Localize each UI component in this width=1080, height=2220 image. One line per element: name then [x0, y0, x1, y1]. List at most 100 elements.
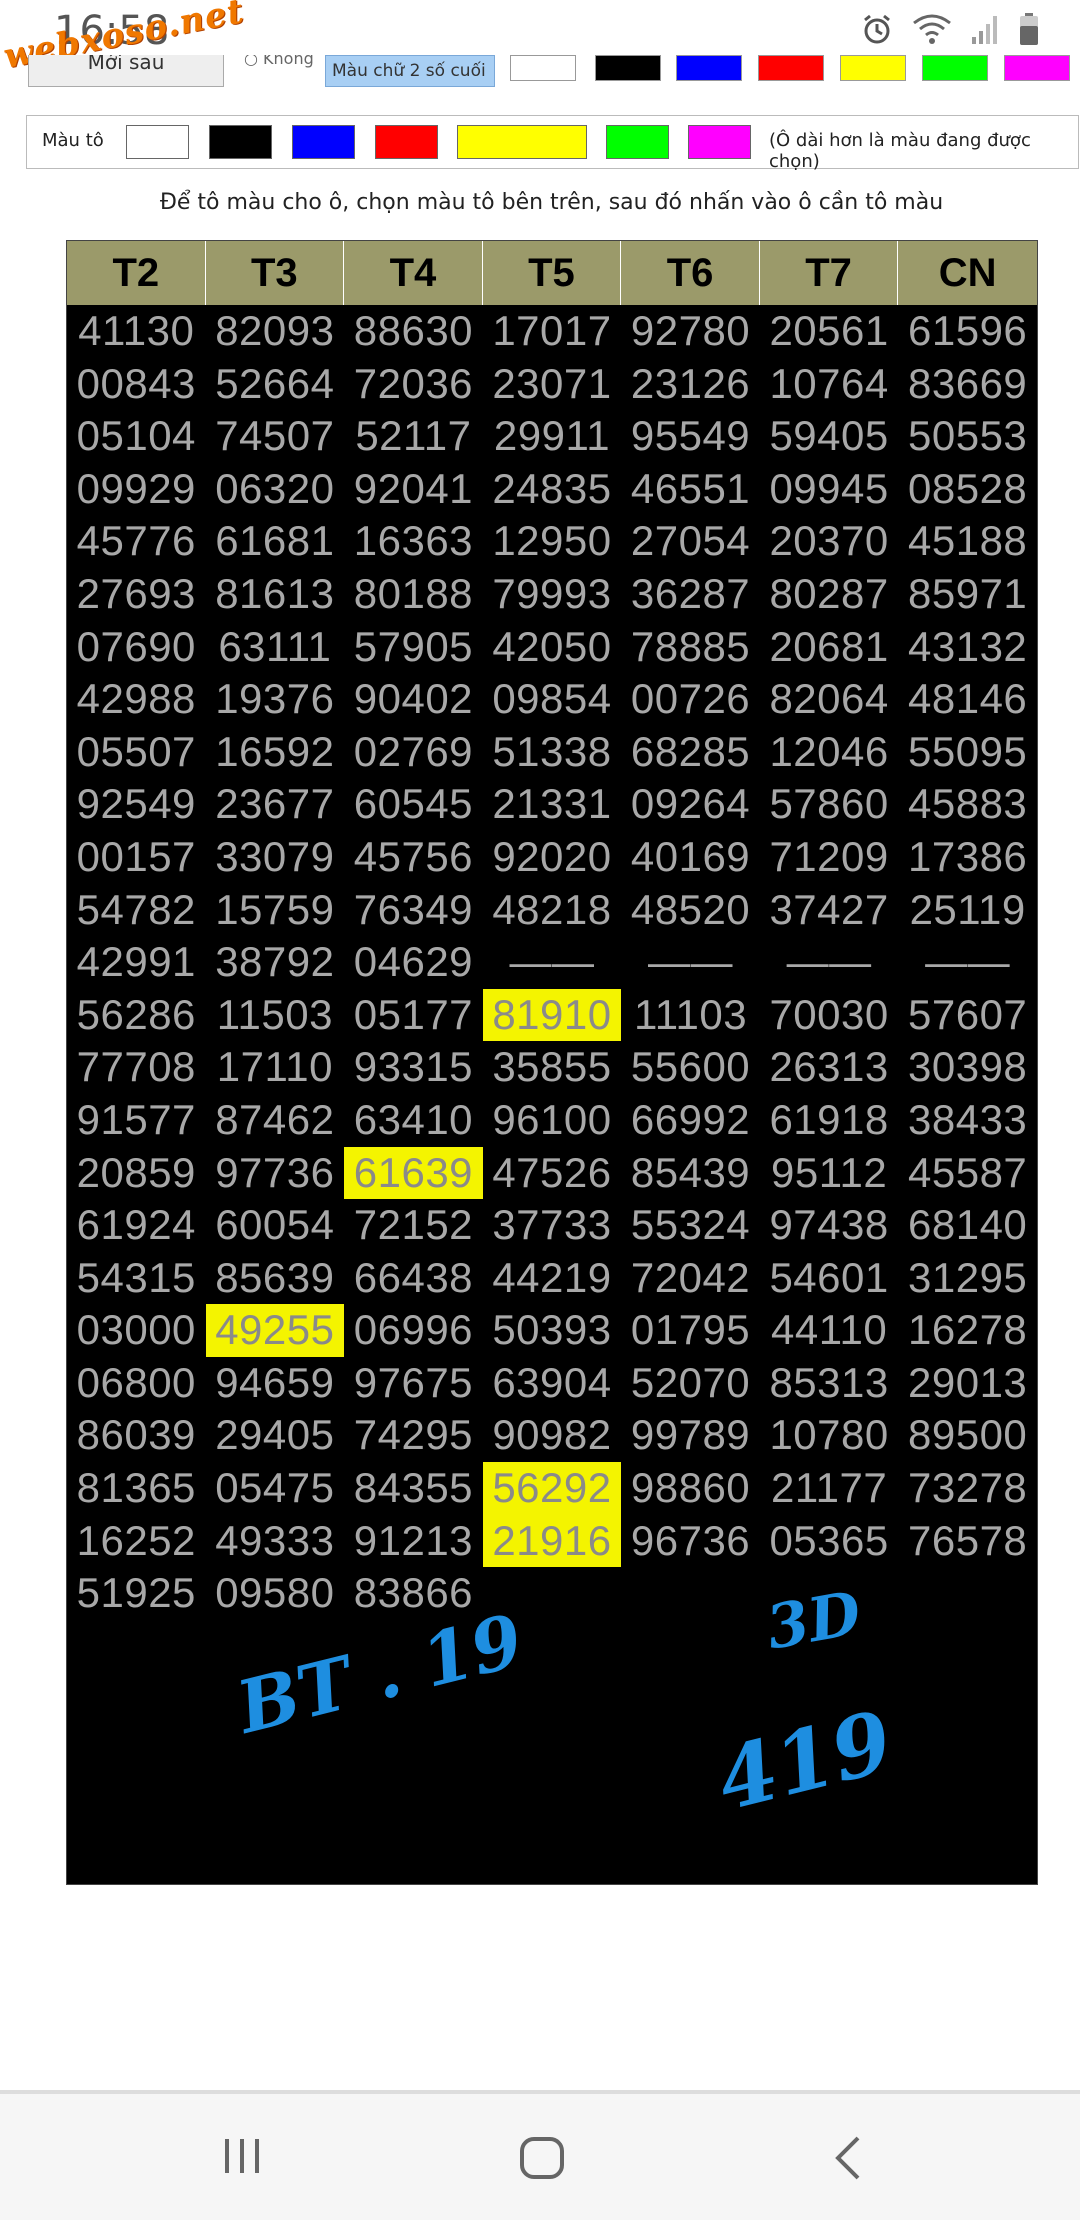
table-cell[interactable]: 97438	[760, 1199, 899, 1252]
fill-swatch-white[interactable]	[126, 125, 189, 159]
table-cell[interactable]: 66992	[621, 1094, 760, 1147]
table-cell[interactable]: 48218	[483, 884, 622, 937]
table-cell[interactable]: 89500	[898, 1409, 1037, 1462]
table-cell[interactable]: 45776	[67, 515, 206, 568]
table-cell[interactable]	[621, 1567, 760, 1620]
table-cell[interactable]: 92020	[483, 831, 622, 884]
table-cell[interactable]: 76349	[344, 884, 483, 937]
table-cell[interactable]: 86039	[67, 1409, 206, 1462]
table-cell[interactable]: 31295	[898, 1252, 1037, 1305]
table-cell[interactable]: 85439	[621, 1147, 760, 1200]
table-cell[interactable]: 06996	[344, 1304, 483, 1357]
table-cell[interactable]: 12046	[760, 726, 899, 779]
table-cell[interactable]: 09580	[206, 1567, 345, 1620]
table-cell[interactable]: 42050	[483, 621, 622, 674]
table-cell[interactable]: 63904	[483, 1357, 622, 1410]
table-cell[interactable]: 63111	[206, 621, 345, 674]
table-cell[interactable]: 85639	[206, 1252, 345, 1305]
table-cell[interactable]: 63410	[344, 1094, 483, 1147]
text-swatch-black[interactable]	[595, 55, 661, 81]
fill-swatch-green[interactable]	[606, 125, 669, 159]
table-cell[interactable]: 54601	[760, 1252, 899, 1305]
text-swatch-yellow[interactable]	[840, 55, 906, 81]
table-cell[interactable]: 59405	[760, 410, 899, 463]
table-cell[interactable]: 37733	[483, 1199, 622, 1252]
table-cell[interactable]: 21177	[760, 1462, 899, 1515]
table-cell[interactable]: 85971	[898, 568, 1037, 621]
table-cell[interactable]: ——	[483, 936, 622, 989]
table-cell[interactable]: 96100	[483, 1094, 622, 1147]
table-cell[interactable]: 11503	[206, 989, 345, 1042]
table-cell[interactable]: 52070	[621, 1357, 760, 1410]
table-cell[interactable]: 81910	[482, 988, 622, 1042]
fill-swatch-red[interactable]	[375, 125, 438, 159]
table-cell[interactable]: 73278	[898, 1462, 1037, 1515]
table-cell[interactable]: 29911	[483, 410, 622, 463]
table-cell[interactable]: 46551	[621, 463, 760, 516]
table-cell[interactable]: 88630	[344, 305, 483, 358]
table-cell[interactable]: 29405	[206, 1409, 345, 1462]
next-button[interactable]: Mới sau	[28, 55, 224, 87]
table-cell[interactable]: 23071	[483, 358, 622, 411]
table-cell[interactable]: 55095	[898, 726, 1037, 779]
table-cell[interactable]: 72036	[344, 358, 483, 411]
table-cell[interactable]: 68285	[621, 726, 760, 779]
table-cell[interactable]: 20561	[760, 305, 899, 358]
table-cell[interactable]: 84355	[344, 1462, 483, 1515]
text-swatch-red[interactable]	[758, 55, 824, 81]
table-cell[interactable]: 98860	[621, 1462, 760, 1515]
table-cell[interactable]: 57905	[344, 621, 483, 674]
table-cell[interactable]: ——	[760, 936, 899, 989]
table-cell[interactable]: 16252	[67, 1515, 206, 1568]
fill-swatch-yellow[interactable]	[457, 125, 587, 159]
table-cell[interactable]: 06800	[67, 1357, 206, 1410]
table-cell[interactable]: 21331	[483, 778, 622, 831]
table-cell[interactable]: 33079	[206, 831, 345, 884]
table-cell[interactable]: 92780	[621, 305, 760, 358]
table-cell[interactable]: 99789	[621, 1409, 760, 1462]
table-cell[interactable]: 38792	[206, 936, 345, 989]
table-cell[interactable]: 92549	[67, 778, 206, 831]
table-cell[interactable]: 55324	[621, 1199, 760, 1252]
table-cell[interactable]: 78885	[621, 621, 760, 674]
table-cell[interactable]: 11103	[621, 989, 760, 1042]
table-cell[interactable]: 19376	[206, 673, 345, 726]
table-cell[interactable]: 49333	[206, 1515, 345, 1568]
table-cell[interactable]: 49255	[205, 1304, 345, 1357]
table-cell[interactable]: 97736	[206, 1147, 345, 1200]
table-cell[interactable]: 01795	[621, 1304, 760, 1357]
table-cell[interactable]: 30398	[898, 1041, 1037, 1094]
table-cell[interactable]: 16592	[206, 726, 345, 779]
table-cell[interactable]: 05177	[344, 989, 483, 1042]
table-cell[interactable]: 21916	[482, 1514, 622, 1568]
table-cell[interactable]: 45756	[344, 831, 483, 884]
recent-apps-icon[interactable]	[220, 2134, 264, 2182]
table-cell[interactable]: 40169	[621, 831, 760, 884]
table-cell[interactable]: 91577	[67, 1094, 206, 1147]
table-cell[interactable]: 81613	[206, 568, 345, 621]
table-cell[interactable]: 52117	[344, 410, 483, 463]
table-cell[interactable]: 17110	[206, 1041, 345, 1094]
table-cell[interactable]: 20859	[67, 1147, 206, 1200]
table-cell[interactable]: 20681	[760, 621, 899, 674]
table-cell[interactable]: 09945	[760, 463, 899, 516]
table-cell[interactable]: 92041	[344, 463, 483, 516]
table-cell[interactable]: 74507	[206, 410, 345, 463]
table-cell[interactable]: 61639	[344, 1146, 483, 1200]
table-cell[interactable]: 09854	[483, 673, 622, 726]
table-cell[interactable]: 61924	[67, 1199, 206, 1252]
table-cell[interactable]: 50553	[898, 410, 1037, 463]
table-cell[interactable]: 44110	[760, 1304, 899, 1357]
table-cell[interactable]: 47526	[483, 1147, 622, 1200]
table-cell[interactable]: 42991	[67, 936, 206, 989]
table-cell[interactable]: 50393	[483, 1304, 622, 1357]
table-cell[interactable]: 05365	[760, 1515, 899, 1568]
table-cell[interactable]: 07690	[67, 621, 206, 674]
text-swatch-blue[interactable]	[676, 55, 742, 81]
table-cell[interactable]: 27054	[621, 515, 760, 568]
table-cell[interactable]: 38433	[898, 1094, 1037, 1147]
table-cell[interactable]: 45883	[898, 778, 1037, 831]
table-cell[interactable]: 82093	[206, 305, 345, 358]
table-cell[interactable]: 87462	[206, 1094, 345, 1147]
table-cell[interactable]: 96736	[621, 1515, 760, 1568]
